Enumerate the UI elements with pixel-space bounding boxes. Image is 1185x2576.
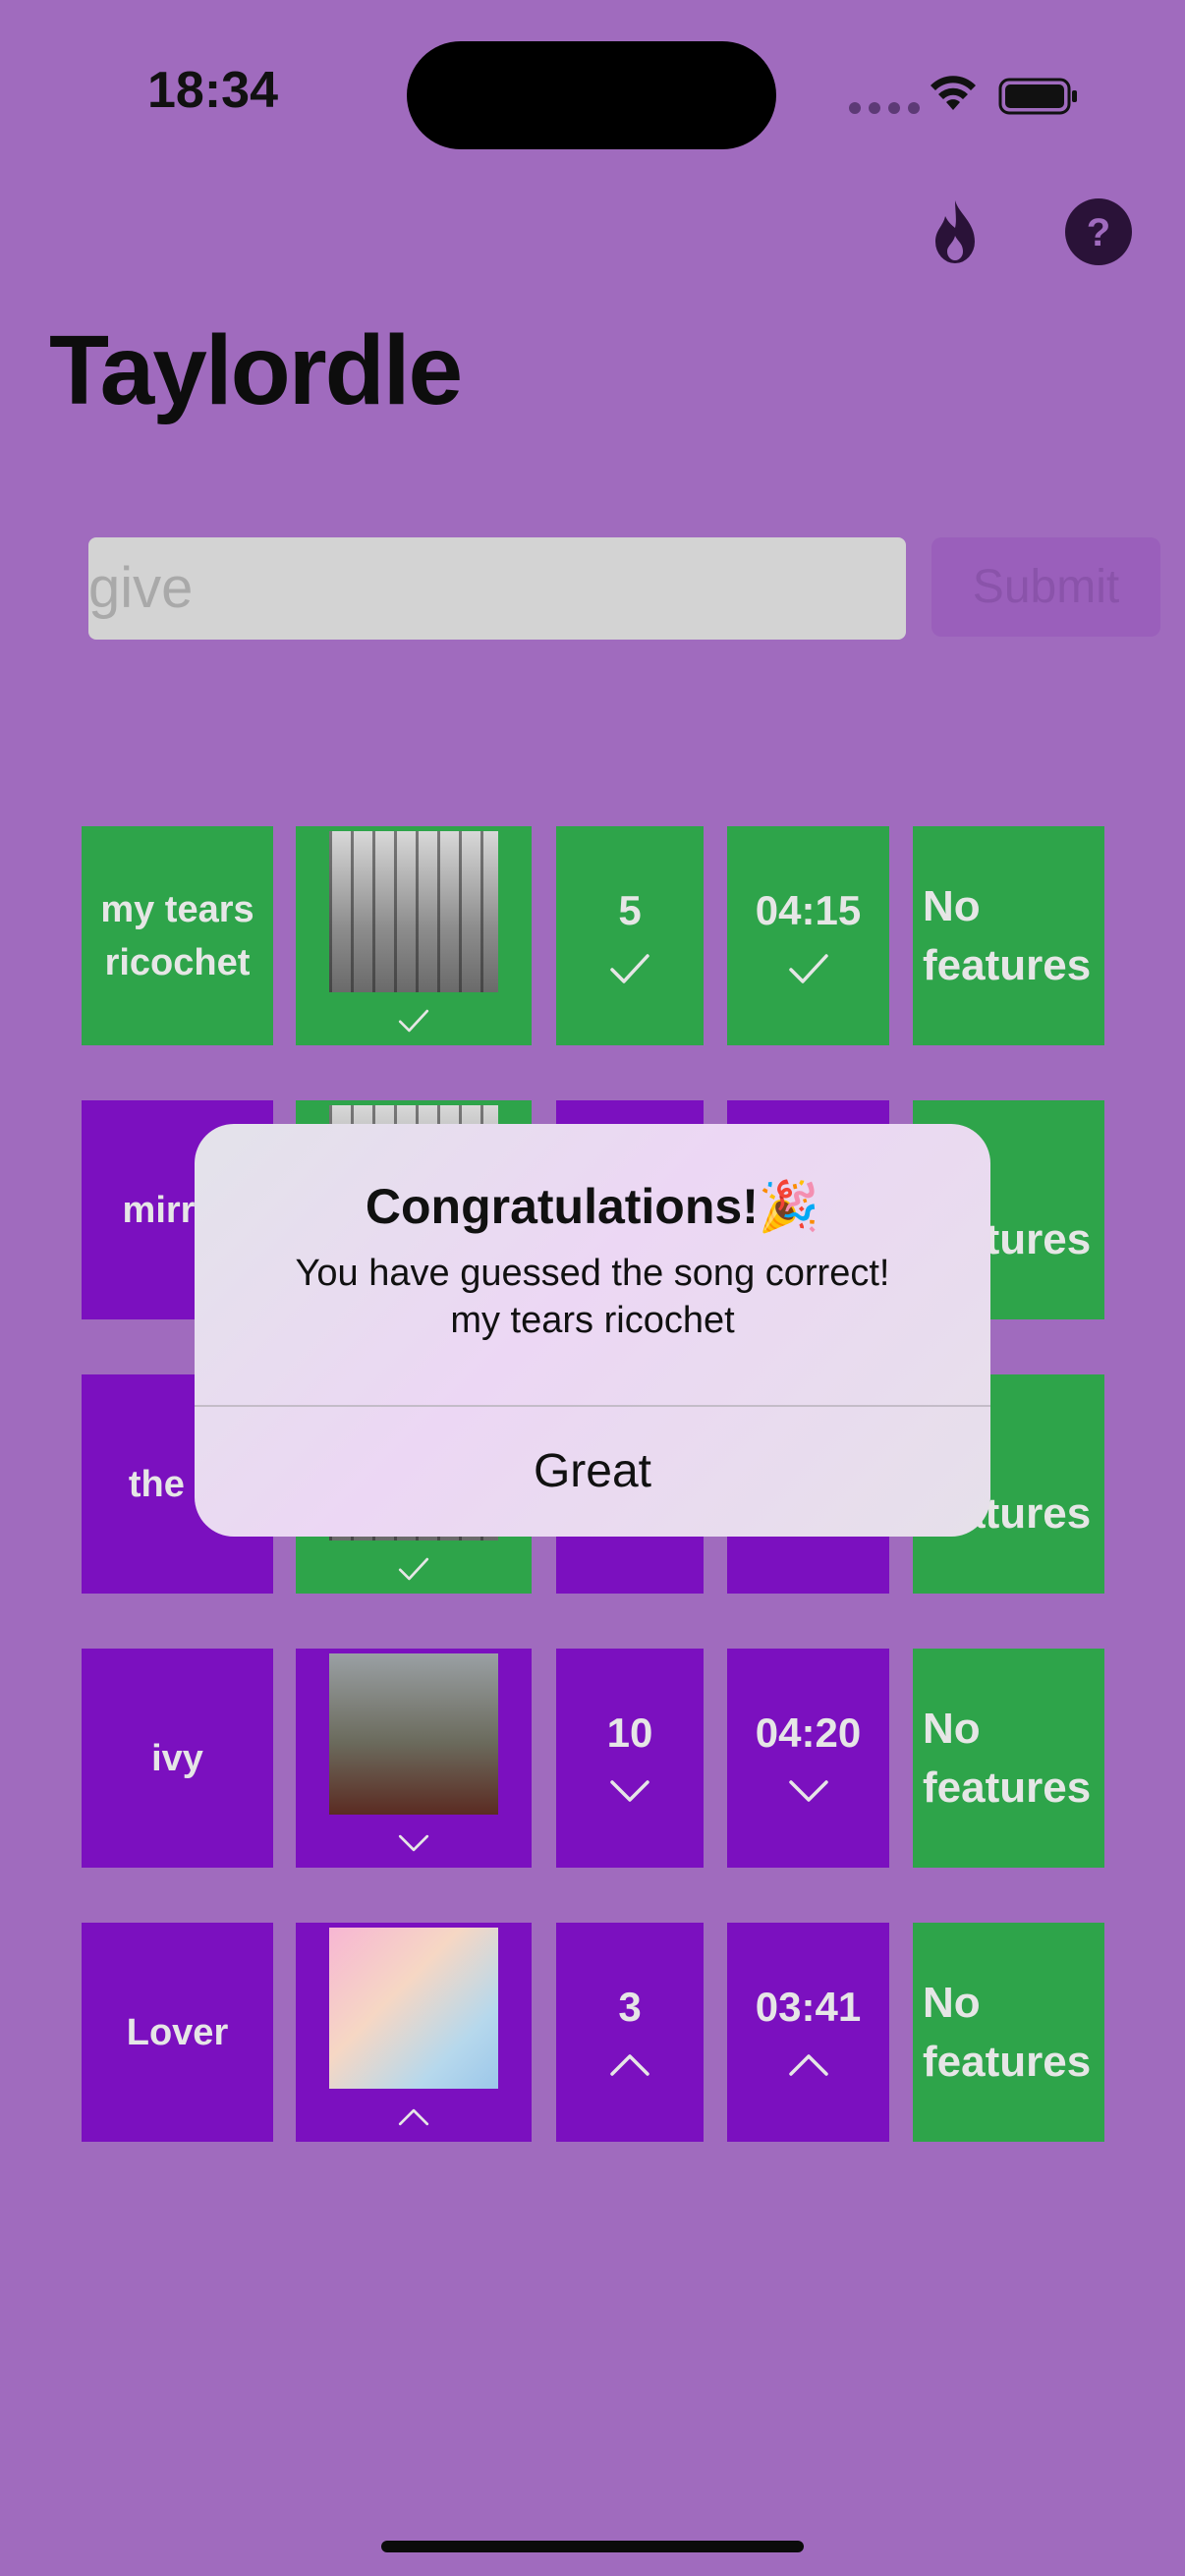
alert-title: Congratulations!🎉 [365,1179,820,1234]
home-indicator [381,2541,804,2552]
congratulations-alert: Congratulations!🎉 You have guessed the s… [195,1124,990,1537]
great-button[interactable]: Great [195,1407,990,1537]
alert-message-line: You have guessed the song correct! [295,1253,890,1294]
alert-song-name: my tears ricochet [450,1300,735,1341]
alert-message: You have guessed the song correct! my te… [195,1250,990,1344]
